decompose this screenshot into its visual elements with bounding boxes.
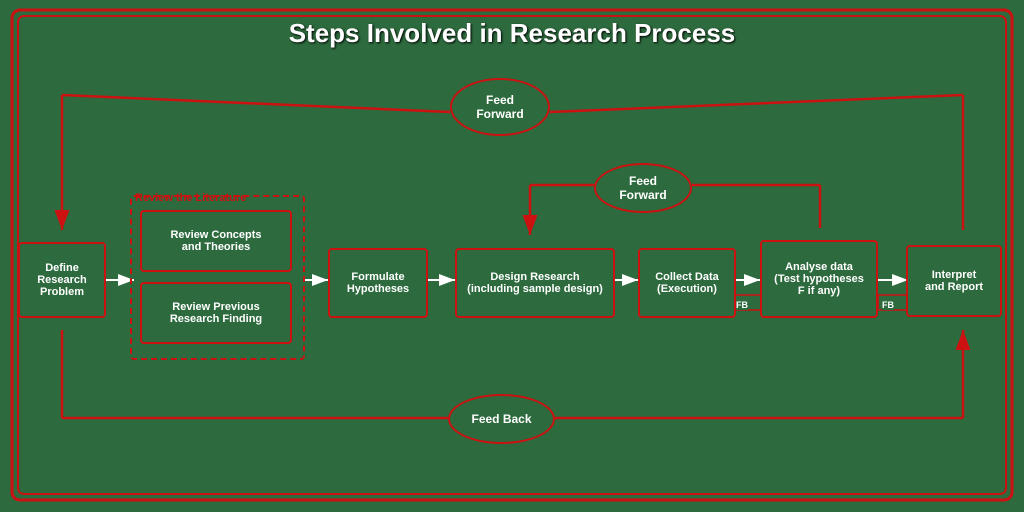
diagram-container: Steps Involved in Research Process [0,0,1024,512]
feed-back-oval: Feed Back [448,394,555,444]
review-previous-box: Review Previous Research Finding [140,282,292,344]
fb-label-1: FB [736,300,748,310]
page-title: Steps Involved in Research Process [0,0,1024,49]
define-research-box: Define Research Problem [18,242,106,318]
review-literature-label: Review the Literature [135,192,246,204]
interpret-box: Interpret and Report [906,245,1002,317]
feed-forward-top-oval: Feed Forward [450,78,550,136]
fb-label-2: FB [882,300,894,310]
formulate-box: Formulate Hypotheses [328,248,428,318]
feed-forward-mid-oval: Feed Forward [594,163,692,213]
review-concepts-box: Review Concepts and Theories [140,210,292,272]
analyse-box: Analyse data (Test hypotheses F if any) [760,240,878,318]
design-box: Design Research (including sample design… [455,248,615,318]
collect-box: Collect Data (Execution) [638,248,736,318]
